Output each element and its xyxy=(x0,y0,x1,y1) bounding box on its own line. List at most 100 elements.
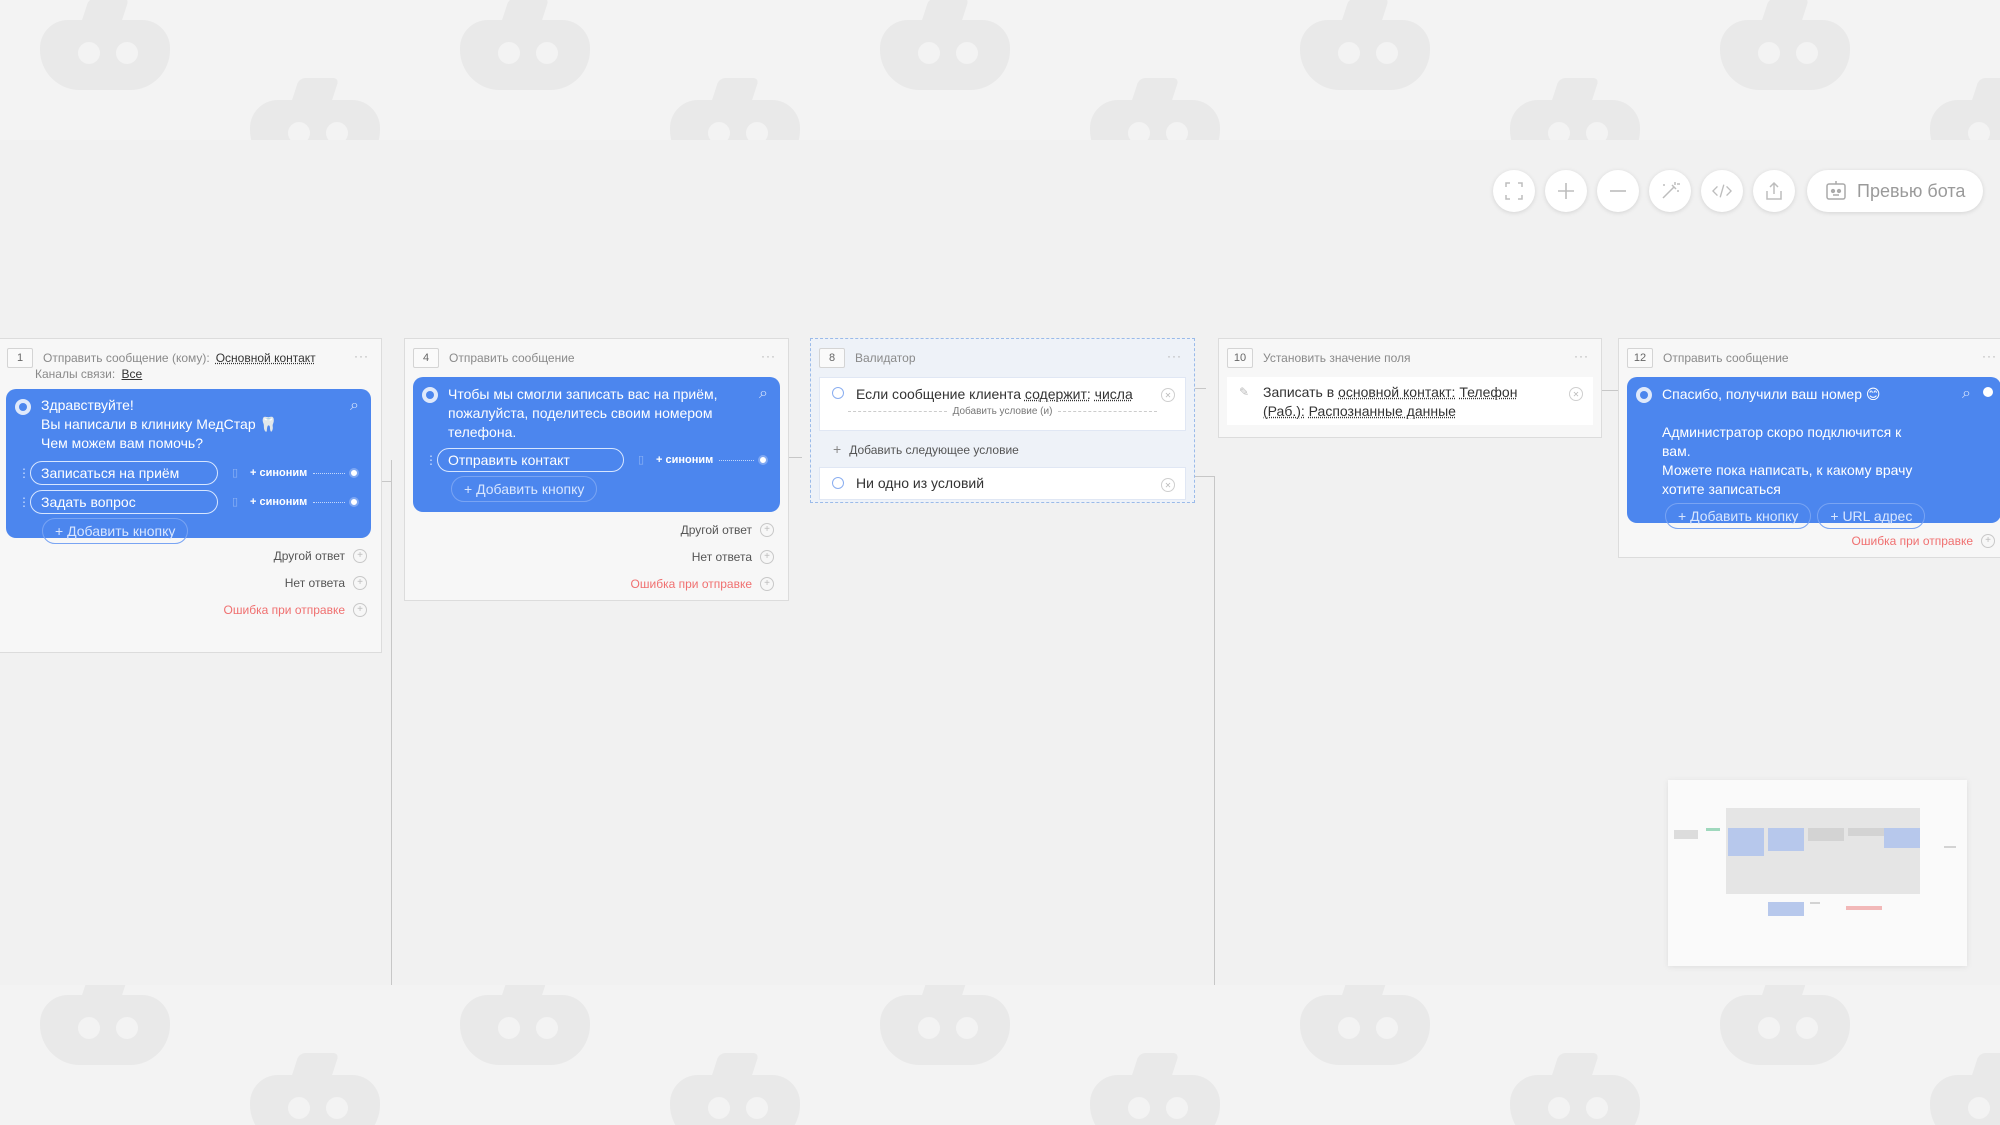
add-button[interactable]: + Добавить кнопку xyxy=(42,518,189,544)
attachment-icon[interactable]: ⌕ xyxy=(759,385,768,403)
add-synonym-link[interactable]: + синоним xyxy=(656,454,713,466)
add-output-icon[interactable]: + xyxy=(1981,533,1995,548)
minimap-block xyxy=(1768,902,1804,916)
block-menu-icon[interactable]: ··· xyxy=(1167,349,1182,363)
block-menu-icon[interactable]: ··· xyxy=(1574,349,1589,363)
add-and-label: Добавить условие (и) xyxy=(952,406,1053,417)
validator-none-condition[interactable]: Ни одно из условий ✕ xyxy=(819,467,1186,500)
message-text-first[interactable]: Спасибо, получили ваш номер 😊 xyxy=(1639,385,1989,404)
add-synonym-link[interactable]: + синоним xyxy=(250,496,307,508)
zoom-in-button[interactable] xyxy=(1545,170,1587,212)
export-button[interactable] xyxy=(1753,170,1795,212)
connector-line xyxy=(391,460,392,985)
message-button[interactable]: Задать вопрос xyxy=(30,490,218,514)
block-menu-icon[interactable]: ··· xyxy=(1982,349,1997,363)
output-other-answer[interactable]: Другой ответ + xyxy=(405,516,774,543)
background-pattern-top xyxy=(0,0,2000,140)
background-chat-icon xyxy=(1710,985,1860,1075)
add-url-button[interactable]: + URL адрес xyxy=(1817,503,1926,529)
export-icon xyxy=(1766,181,1782,200)
output-port[interactable] xyxy=(758,455,768,465)
add-output-icon[interactable]: + xyxy=(353,548,367,563)
block-set-field-10[interactable]: 10 Установить значение поля ··· ✎ Записа… xyxy=(1218,338,1602,438)
minimap-block xyxy=(1846,906,1882,910)
drag-handle-icon[interactable]: ⋮ xyxy=(18,466,30,480)
block-validator-8[interactable]: 8 Валидатор ··· Если сообщение клиента с… xyxy=(810,338,1195,503)
output-port[interactable] xyxy=(349,497,359,507)
add-output-icon[interactable]: + xyxy=(353,575,367,590)
minimap[interactable] xyxy=(1668,780,1967,966)
fullscreen-button[interactable] xyxy=(1493,170,1535,212)
validator-condition[interactable]: Если сообщение клиента содержит: числа Д… xyxy=(819,377,1186,431)
remove-condition-icon[interactable]: ✕ xyxy=(1161,388,1175,402)
add-output-icon[interactable]: + xyxy=(760,522,774,537)
message-text[interactable]: Администратор скоро подключится к вам. М… xyxy=(1639,423,1989,499)
condition-operator[interactable]: содержит: xyxy=(1025,386,1091,402)
message-card[interactable]: ⌕ Спасибо, получили ваш номер 😊 Админист… xyxy=(1627,377,2000,529)
add-and-condition[interactable]: Добавить условие (и) xyxy=(820,406,1185,417)
delete-icon[interactable]: ▯ xyxy=(228,466,242,480)
message-button-row: ⋮ Задать вопрос ▯ + синоним xyxy=(18,490,359,514)
block-header: 8 Валидатор ··· xyxy=(811,339,1194,377)
recipient-link[interactable]: Основной контакт xyxy=(216,351,316,365)
output-label: Ошибка при отправке xyxy=(223,602,345,617)
message-card[interactable]: ⌕ Здравствуйте! Вы написали в клинику Ме… xyxy=(6,389,371,544)
drag-handle-icon[interactable]: ⋮ xyxy=(425,453,437,467)
output-no-answer[interactable]: Нет ответа + xyxy=(405,543,774,570)
add-button[interactable]: + Добавить кнопку xyxy=(1665,503,1812,529)
minimap-block xyxy=(1706,828,1720,831)
add-output-icon[interactable]: + xyxy=(760,576,774,591)
output-send-error[interactable]: Ошибка при отправке + xyxy=(405,570,774,597)
message-button[interactable]: Отправить контакт xyxy=(437,448,624,472)
block-header: 4 Отправить сообщение ··· xyxy=(405,339,788,377)
code-button[interactable] xyxy=(1701,170,1743,212)
add-output-icon[interactable]: + xyxy=(760,549,774,564)
background-chat-icon xyxy=(1920,1053,2000,1125)
auto-arrange-button[interactable] xyxy=(1649,170,1691,212)
block-menu-icon[interactable]: ··· xyxy=(354,349,369,363)
output-no-answer[interactable]: Нет ответа + xyxy=(0,569,367,596)
add-synonym-link[interactable]: + синоним xyxy=(250,467,307,479)
output-label: Ошибка при отправке xyxy=(630,576,752,591)
condition-value[interactable]: числа xyxy=(1095,386,1133,402)
attachment-icon[interactable]: ⌕ xyxy=(350,397,359,415)
output-other-answer[interactable]: Другой ответ + xyxy=(0,542,367,569)
message-button[interactable]: Записаться на приём xyxy=(30,461,218,485)
bot-preview-label: Превью бота xyxy=(1857,180,1966,201)
attachment-icon[interactable]: ⌕ xyxy=(1962,385,1971,403)
action-target[interactable]: основной контакт: xyxy=(1338,384,1455,400)
delete-icon[interactable]: ▯ xyxy=(634,453,648,467)
block-title: Валидатор xyxy=(855,351,916,365)
message-card[interactable]: ⌕ Чтобы мы смогли записать вас на приём,… xyxy=(413,377,780,512)
delete-icon[interactable]: ▯ xyxy=(228,495,242,509)
action-value[interactable]: Распознанные данные xyxy=(1309,403,1456,419)
output-port[interactable] xyxy=(1983,387,1993,397)
block-send-message-1[interactable]: 1 Отправить сообщение (кому): Основной к… xyxy=(0,338,382,653)
set-field-action[interactable]: ✎ Записать в основной контакт: Телефон (… xyxy=(1227,377,1593,425)
output-port[interactable] xyxy=(349,468,359,478)
background-chat-icon xyxy=(1080,78,1230,140)
bot-preview-button[interactable]: Превью бота xyxy=(1807,170,1984,212)
remove-condition-icon[interactable]: ✕ xyxy=(1161,478,1175,492)
button-connector xyxy=(719,459,754,461)
add-output-icon[interactable]: + xyxy=(353,602,367,617)
magic-wand-icon xyxy=(1662,182,1680,199)
message-text[interactable]: Здравствуйте! Вы написали в клинику МедС… xyxy=(18,396,359,453)
output-send-error[interactable]: Ошибка при отправке + xyxy=(1619,527,1995,554)
background-chat-icon xyxy=(1290,985,1440,1075)
bot-icon xyxy=(1826,181,1846,200)
add-button-label: Добавить кнопку xyxy=(476,481,585,497)
drag-handle-icon[interactable]: ⋮ xyxy=(18,495,30,509)
message-text[interactable]: Чтобы мы смогли записать вас на приём, п… xyxy=(425,385,768,442)
background-chat-icon xyxy=(660,1053,810,1125)
add-button[interactable]: + Добавить кнопку xyxy=(451,476,598,502)
add-next-condition[interactable]: + Добавить следующее условие xyxy=(811,431,1194,463)
background-chat-icon xyxy=(30,0,180,100)
remove-action-icon[interactable]: ✕ xyxy=(1569,387,1583,401)
block-menu-icon[interactable]: ··· xyxy=(761,349,776,363)
block-send-message-4[interactable]: 4 Отправить сообщение ··· ⌕ Чтобы мы смо… xyxy=(404,338,789,601)
zoom-out-button[interactable] xyxy=(1597,170,1639,212)
block-send-message-12[interactable]: 12 Отправить сообщение ··· ⌕ Спасибо, по… xyxy=(1618,338,2000,558)
output-send-error[interactable]: Ошибка при отправке + xyxy=(0,596,367,623)
add-next-label: Добавить следующее условие xyxy=(849,443,1019,457)
